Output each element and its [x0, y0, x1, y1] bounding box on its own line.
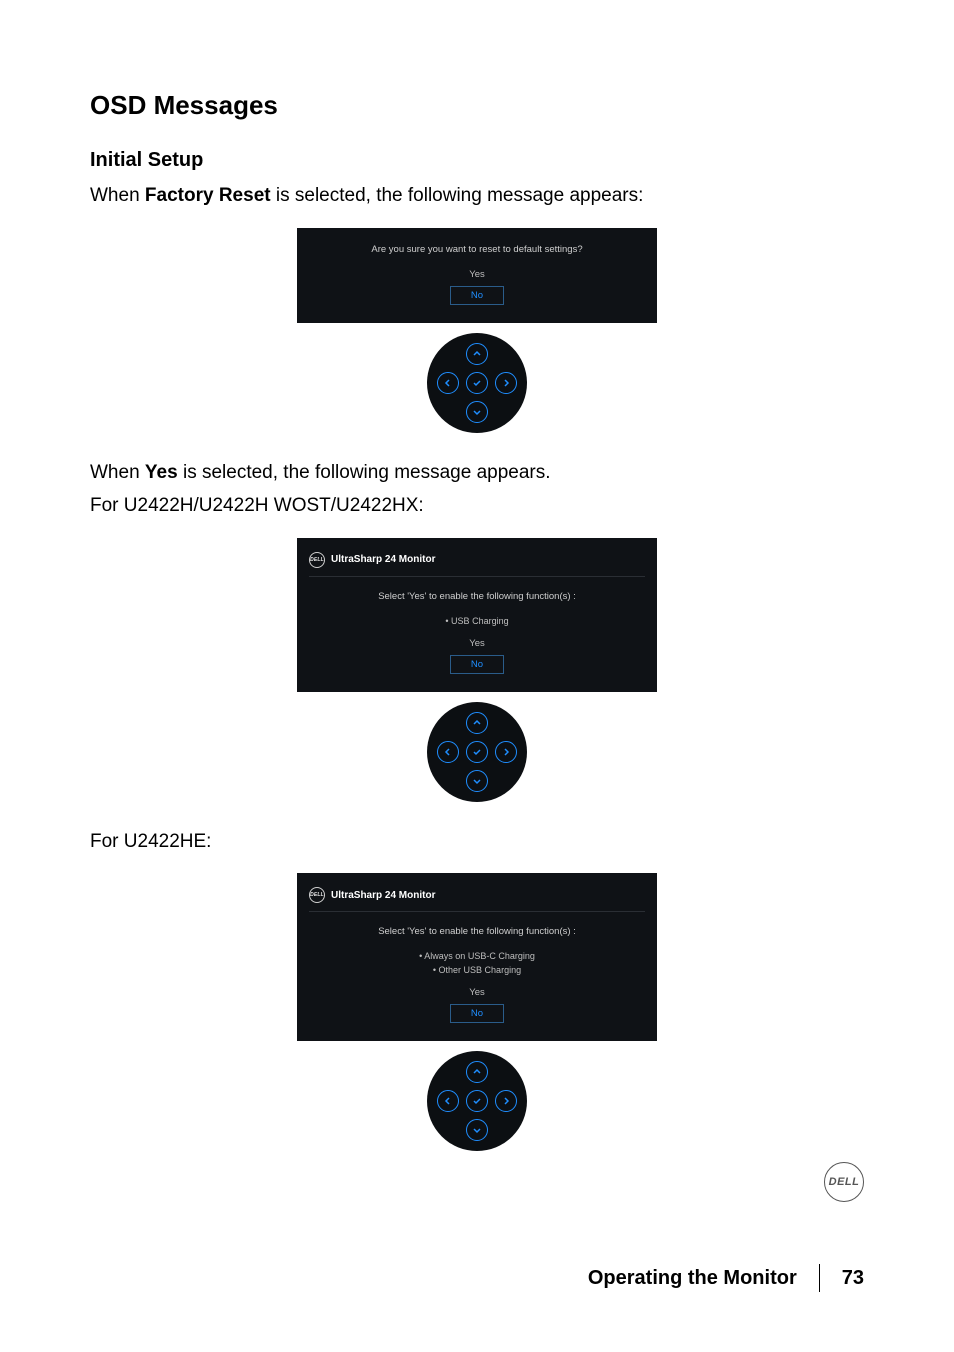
joystick-right-button[interactable] — [495, 372, 517, 394]
models-line-1: For U2422H/U2422H WOST/U2422HX: — [90, 492, 864, 520]
osd-function-item: • Always on USB-C Charging — [309, 951, 645, 961]
osd-option-no-selected[interactable]: No — [450, 1004, 504, 1023]
intro-suffix: is selected, the following message appea… — [271, 185, 644, 206]
joystick-confirm-button[interactable] — [466, 372, 488, 394]
chevron-down-icon — [472, 776, 482, 786]
intro-bold-term: Factory Reset — [145, 185, 271, 206]
chevron-left-icon — [443, 1096, 453, 1106]
footer-section-title: Operating the Monitor — [588, 1267, 797, 1290]
check-icon — [472, 747, 482, 757]
joystick-up-button[interactable] — [466, 1061, 488, 1083]
joystick-up-button[interactable] — [466, 712, 488, 734]
osd-screenshot-usbc: DELL UltraSharp 24 Monitor Select 'Yes' … — [90, 873, 864, 1151]
joystick-down-button[interactable] — [466, 1119, 488, 1141]
osd-screenshot-reset: Are you sure you want to reset to defaul… — [90, 228, 864, 433]
joystick-control — [427, 333, 527, 433]
joystick-left-button[interactable] — [437, 1090, 459, 1112]
chevron-right-icon — [501, 747, 511, 757]
osd-header: DELL UltraSharp 24 Monitor — [309, 552, 645, 577]
chevron-left-icon — [443, 747, 453, 757]
osd-option-yes[interactable]: Yes — [309, 269, 645, 280]
joystick-control — [427, 1051, 527, 1151]
chevron-up-icon — [472, 1067, 482, 1077]
joystick-right-button[interactable] — [495, 1090, 517, 1112]
dell-logo-icon: DELL — [309, 887, 325, 903]
dell-logo-icon: DELL — [309, 552, 325, 568]
footer-page-number: 73 — [842, 1267, 864, 1290]
chevron-down-icon — [472, 407, 482, 417]
joystick-up-button[interactable] — [466, 343, 488, 365]
chevron-up-icon — [472, 718, 482, 728]
osd-panel: DELL UltraSharp 24 Monitor Select 'Yes' … — [297, 873, 657, 1041]
dell-logo-icon: DELL — [824, 1162, 864, 1202]
joystick-left-button[interactable] — [437, 741, 459, 763]
chevron-left-icon — [443, 378, 453, 388]
yes-line-suffix: is selected, the following message appea… — [178, 462, 551, 483]
osd-option-yes[interactable]: Yes — [309, 987, 645, 998]
yes-line-prefix: When — [90, 462, 145, 483]
models-line-2: For U2422HE: — [90, 828, 864, 856]
joystick-confirm-button[interactable] — [466, 1090, 488, 1112]
osd-title: UltraSharp 24 Monitor — [331, 554, 435, 565]
footer-divider — [819, 1264, 820, 1292]
joystick-down-button[interactable] — [466, 770, 488, 792]
chevron-down-icon — [472, 1125, 482, 1135]
chevron-right-icon — [501, 1096, 511, 1106]
chevron-up-icon — [472, 349, 482, 359]
joystick-confirm-button[interactable] — [466, 741, 488, 763]
osd-option-no-selected[interactable]: No — [450, 655, 504, 674]
osd-function-item: • USB Charging — [309, 616, 645, 626]
page-footer: Operating the Monitor 73 — [90, 1264, 864, 1292]
check-icon — [472, 1096, 482, 1106]
intro-paragraph: When Factory Reset is selected, the foll… — [90, 182, 864, 210]
osd-header: DELL UltraSharp 24 Monitor — [309, 887, 645, 912]
joystick-right-button[interactable] — [495, 741, 517, 763]
osd-panel: DELL UltraSharp 24 Monitor Select 'Yes' … — [297, 538, 657, 692]
yes-line-bold: Yes — [145, 462, 178, 483]
osd-option-no-selected[interactable]: No — [450, 286, 504, 305]
joystick-left-button[interactable] — [437, 372, 459, 394]
osd-function-list: • Always on USB-C Charging • Other USB C… — [309, 951, 645, 975]
page-heading: OSD Messages — [90, 90, 864, 121]
osd-panel: Are you sure you want to reset to defaul… — [297, 228, 657, 323]
osd-prompt: Select 'Yes' to enable the following fun… — [309, 591, 645, 602]
joystick-down-button[interactable] — [466, 401, 488, 423]
osd-option-yes[interactable]: Yes — [309, 638, 645, 649]
osd-function-item: • Other USB Charging — [309, 965, 645, 975]
osd-screenshot-usb: DELL UltraSharp 24 Monitor Select 'Yes' … — [90, 538, 864, 802]
page-subheading: Initial Setup — [90, 149, 864, 172]
osd-question: Are you sure you want to reset to defaul… — [309, 244, 645, 255]
joystick-control — [427, 702, 527, 802]
yes-selected-paragraph: When Yes is selected, the following mess… — [90, 459, 864, 487]
osd-title: UltraSharp 24 Monitor — [331, 890, 435, 901]
chevron-right-icon — [501, 378, 511, 388]
intro-prefix: When — [90, 185, 145, 206]
check-icon — [472, 378, 482, 388]
osd-prompt: Select 'Yes' to enable the following fun… — [309, 926, 645, 937]
osd-function-list: • USB Charging — [309, 616, 645, 626]
